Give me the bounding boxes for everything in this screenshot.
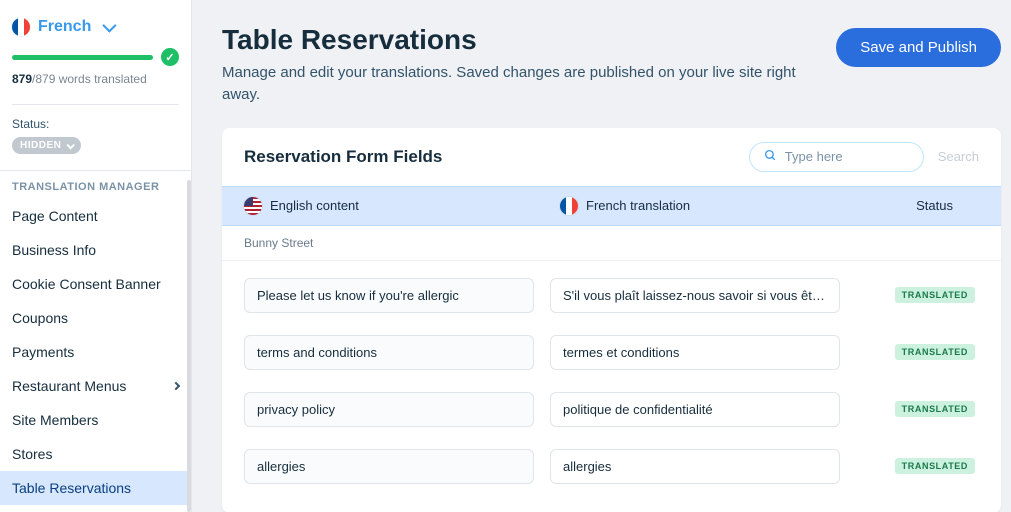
us-flag-icon <box>244 197 262 215</box>
chevron-right-icon <box>172 382 180 390</box>
progress-text: 879/879 words translated <box>12 72 179 86</box>
save-publish-button[interactable]: Save and Publish <box>836 28 1001 67</box>
target-cell[interactable]: termes et conditions <box>550 335 840 370</box>
scrollbar[interactable] <box>187 180 191 512</box>
target-cell[interactable]: allergies <box>550 449 840 484</box>
status-badge: TRANSLATED <box>895 458 975 474</box>
visibility-pill[interactable]: HIDDEN <box>12 137 81 154</box>
target-cell[interactable]: S'il vous plaît laissez-nous savoir si v… <box>550 278 840 313</box>
sidebar-item-business-info[interactable]: Business Info <box>0 233 191 267</box>
language-switcher[interactable]: French <box>0 18 191 48</box>
sidebar-item-label: Table Reservations <box>12 480 131 496</box>
card-title: Reservation Form Fields <box>244 147 442 167</box>
source-cell[interactable]: privacy policy <box>244 392 534 427</box>
sidebar-item-table-reservations[interactable]: Table Reservations <box>0 471 191 505</box>
visibility-label: HIDDEN <box>20 140 61 151</box>
progress-done: 879 <box>12 72 32 86</box>
table-row: privacy policy politique de confidentiali… <box>244 381 979 438</box>
sidebar-item-label: Page Content <box>12 208 98 224</box>
sidebar-item-cookie-consent-banner[interactable]: Cookie Consent Banner <box>0 267 191 301</box>
page-subtitle: Manage and edit your translations. Saved… <box>222 62 816 106</box>
column-header-row: English content French translation Statu… <box>222 186 1001 226</box>
chevron-down-icon <box>103 19 117 33</box>
sidebar-item-site-members[interactable]: Site Members <box>0 403 191 437</box>
search-icon <box>764 149 777 165</box>
chevron-down-icon <box>67 141 75 149</box>
complete-check-icon: ✓ <box>161 48 179 66</box>
sidebar-item-label: Payments <box>12 344 74 360</box>
sidebar-item-payments[interactable]: Payments <box>0 335 191 369</box>
sidebar-item-label: Cookie Consent Banner <box>12 276 161 292</box>
section-title: TRANSLATION MANAGER <box>0 170 191 199</box>
status-label: Status: <box>12 117 179 131</box>
col-source-label: English content <box>270 198 359 213</box>
main-content: Table Reservations Manage and edit your … <box>192 0 1011 512</box>
sidebar: French ✓ 879/879 words translated Status… <box>0 0 192 512</box>
target-cell[interactable]: politique de confidentialité <box>550 392 840 427</box>
col-target-label: French translation <box>586 198 690 213</box>
fr-flag-icon <box>12 18 30 36</box>
table-row: terms and conditions termes et conditions… <box>244 324 979 381</box>
fr-flag-icon <box>560 197 578 215</box>
status-badge: TRANSLATED <box>895 287 975 303</box>
col-status-label: Status <box>916 198 953 213</box>
sidebar-item-page-content[interactable]: Page Content <box>0 199 191 233</box>
progress-bar <box>12 55 153 60</box>
source-cell[interactable]: Please let us know if you're allergic <box>244 278 534 313</box>
progress-total: /879 words translated <box>32 72 147 86</box>
sidebar-item-stores[interactable]: Stores <box>0 437 191 471</box>
status-badge: TRANSLATED <box>895 401 975 417</box>
sidebar-item-coupons[interactable]: Coupons <box>0 301 191 335</box>
table-row: Please let us know if you're allergic S'i… <box>244 267 979 324</box>
sidebar-item-label: Stores <box>12 446 52 462</box>
status-badge: TRANSLATED <box>895 344 975 360</box>
sidebar-item-label: Business Info <box>12 242 96 258</box>
search-action[interactable]: Search <box>938 149 979 164</box>
sidebar-item-restaurant-menus[interactable]: Restaurant Menus <box>0 369 191 403</box>
source-cell[interactable]: allergies <box>244 449 534 484</box>
progress-block: ✓ 879/879 words translated <box>0 48 191 96</box>
status-block: Status: HIDDEN <box>0 113 191 164</box>
table-row: allergies allergies TRANSLATED <box>244 438 979 495</box>
translation-card: Reservation Form Fields Search English c… <box>222 128 1001 512</box>
search-input[interactable] <box>785 149 909 164</box>
search-field[interactable] <box>749 142 924 172</box>
page-title: Table Reservations <box>222 24 816 56</box>
language-label: French <box>38 18 91 36</box>
sidebar-item-label: Site Members <box>12 412 98 428</box>
sidebar-item-label: Coupons <box>12 310 68 326</box>
source-cell[interactable]: terms and conditions <box>244 335 534 370</box>
sidebar-item-label: Restaurant Menus <box>12 378 126 394</box>
group-row: Bunny Street <box>222 226 1001 261</box>
